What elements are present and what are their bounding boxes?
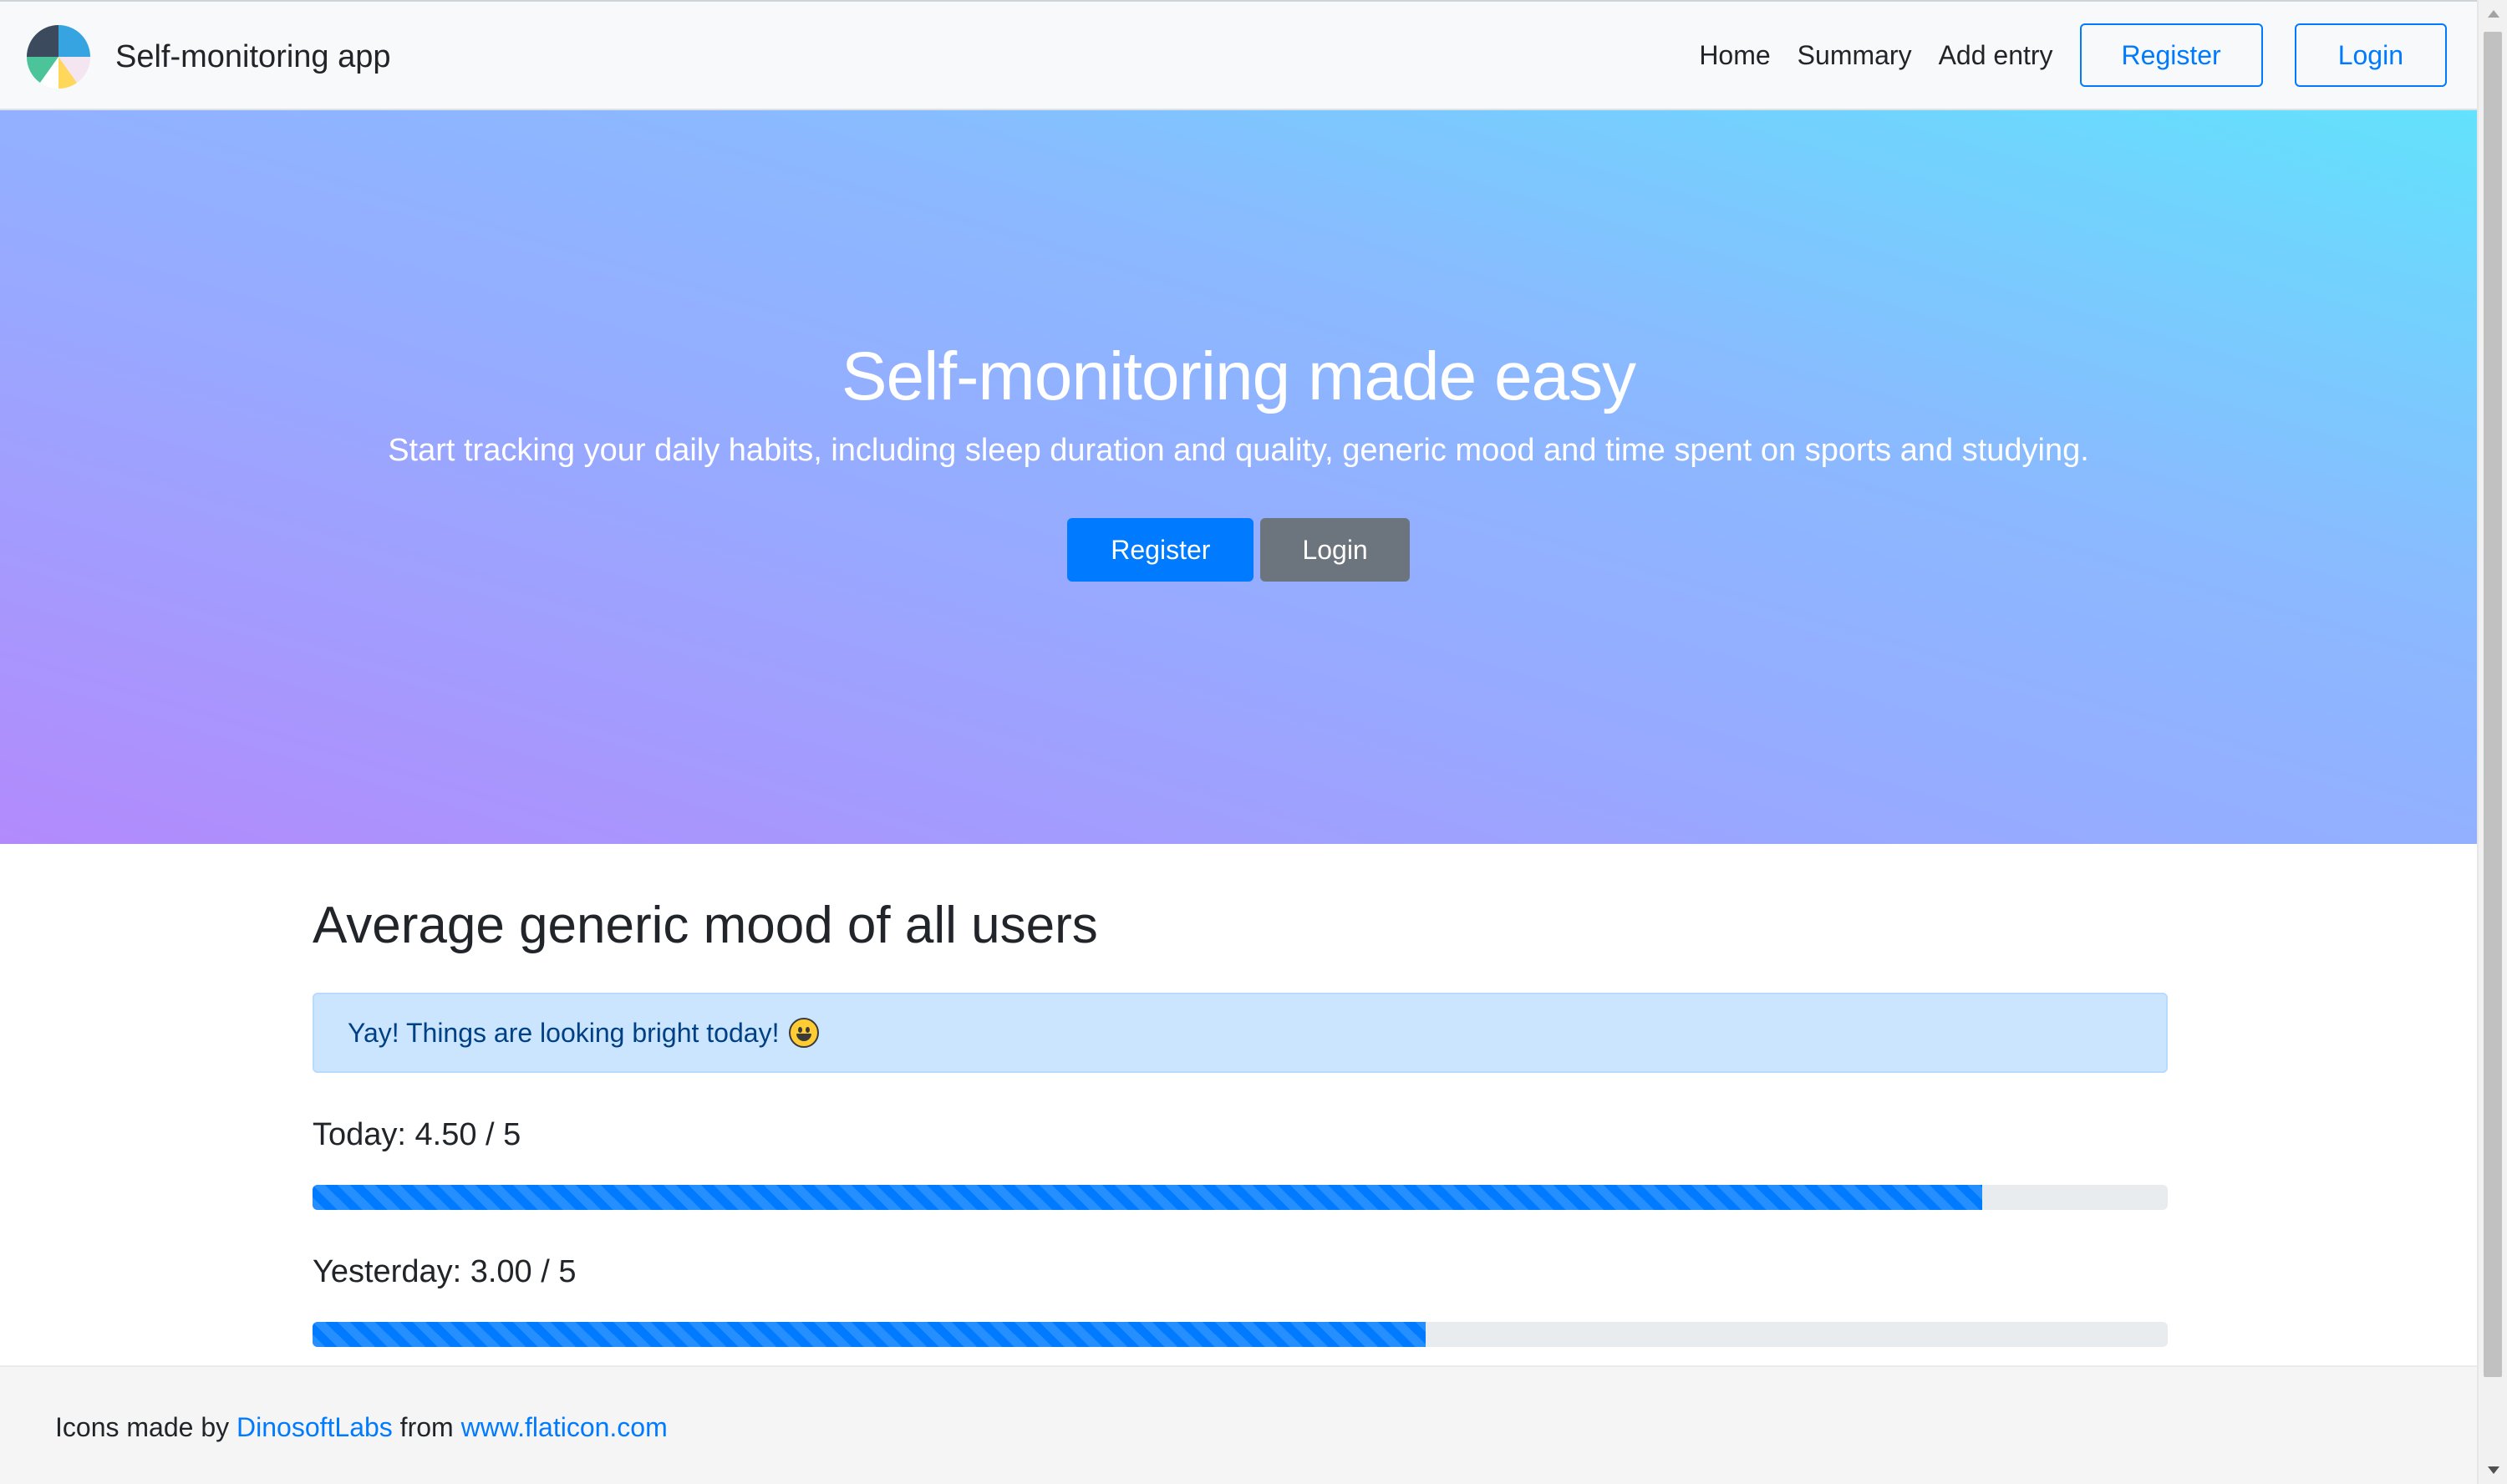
today-mood-progress: [313, 1185, 2168, 1210]
scroll-thumb[interactable]: [2484, 32, 2502, 1377]
nav-links: Home Summary Add entry Register Login: [1686, 22, 2447, 89]
brand-link[interactable]: Self-monitoring app: [25, 23, 391, 90]
hero-subtitle: Start tracking your daily habits, includ…: [388, 433, 2089, 468]
hero-buttons: Register Login: [0, 518, 2477, 582]
smiley-face-icon: [789, 1018, 820, 1048]
today-mood-progress-bar: [313, 1185, 1982, 1210]
scroll-up-arrow-icon[interactable]: [2488, 10, 2499, 18]
mood-section-title: Average generic mood of all users: [313, 897, 1098, 954]
footer-prefix: Icons made by: [55, 1412, 230, 1442]
nav-link-add-entry[interactable]: Add entry: [1939, 22, 2053, 89]
navbar: Self-monitoring app Home Summary Add ent…: [0, 0, 2477, 110]
brand-name: Self-monitoring app: [115, 38, 391, 74]
mood-alert: Yay! Things are looking bright today!: [313, 993, 2168, 1073]
footer-middle: from: [399, 1412, 454, 1442]
nav-link-summary[interactable]: Summary: [1798, 22, 1912, 89]
hero-title: Self-monitoring made easy: [841, 338, 1636, 414]
footer: Icons made by DinosoftLabs from www.flat…: [0, 1365, 2477, 1484]
alert-text: Yay! Things are looking bright today!: [348, 1017, 780, 1048]
yesterday-mood-progress-bar: [313, 1322, 1426, 1347]
vertical-scrollbar[interactable]: [2477, 0, 2507, 1484]
scroll-down-arrow-icon[interactable]: [2488, 1466, 2499, 1474]
nav-login-button[interactable]: Login: [2294, 23, 2447, 87]
yesterday-mood-label: Yesterday: 3.00 / 5: [313, 1254, 577, 1289]
hero-register-button[interactable]: Register: [1067, 518, 1254, 582]
flaticon-link[interactable]: www.flaticon.com: [461, 1412, 668, 1442]
yesterday-mood-progress: [313, 1322, 2168, 1347]
main-content: Average generic mood of all users Yay! T…: [313, 844, 2168, 1347]
author-link[interactable]: DinosoftLabs: [236, 1412, 393, 1442]
hero-section: Self-monitoring made easy Start tracking…: [0, 110, 2477, 844]
footer-credit: Icons made by DinosoftLabs from www.flat…: [55, 1412, 668, 1443]
nav-link-home[interactable]: Home: [1699, 22, 1770, 89]
pie-chart-logo-icon: [26, 25, 91, 89]
nav-register-button[interactable]: Register: [2079, 23, 2263, 87]
today-mood-label: Today: 4.50 / 5: [313, 1117, 521, 1152]
hero-login-button[interactable]: Login: [1260, 518, 1410, 582]
